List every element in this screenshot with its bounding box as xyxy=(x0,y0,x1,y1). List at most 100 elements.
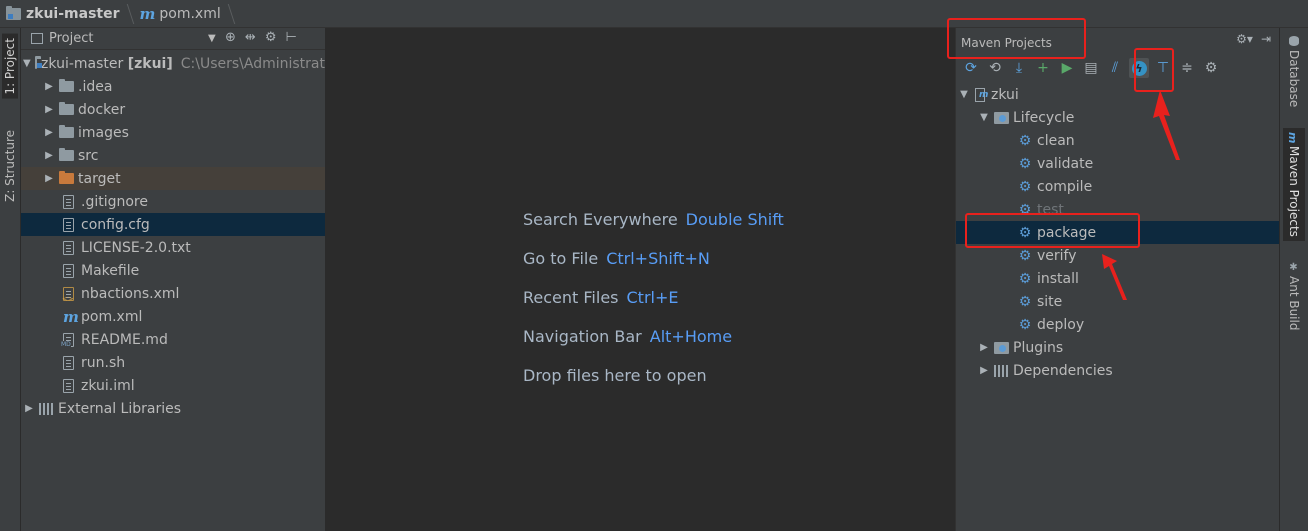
maven-goal-clean[interactable]: ⚙ clean xyxy=(956,129,1280,152)
tree-file-runsh[interactable]: run.sh xyxy=(21,351,325,374)
maven-settings-icon[interactable]: ⚙ xyxy=(1201,58,1221,78)
hint-search-everywhere: Search Everywhere Double Shift xyxy=(523,210,784,229)
collapsed-arrow-icon[interactable]: ▶ xyxy=(978,342,990,353)
collapsed-arrow-icon[interactable]: ▶ xyxy=(23,403,35,414)
editor-empty-area[interactable]: Search Everywhere Double Shift Go to File… xyxy=(325,28,955,531)
gear-icon: ⚙ xyxy=(1018,132,1032,149)
tree-folder-src[interactable]: ▶ src xyxy=(21,144,325,167)
excluded-folder-icon xyxy=(59,171,74,184)
tree-file-gitignore[interactable]: .gitignore xyxy=(21,190,325,213)
download-icon[interactable]: ⤓ xyxy=(1009,58,1029,78)
tree-file-iml[interactable]: zkui.iml xyxy=(21,374,325,397)
view-dropdown-icon[interactable]: ▼ xyxy=(208,33,216,44)
expanded-arrow-icon[interactable]: ▼ xyxy=(23,58,31,69)
gear-icon: ⚙ xyxy=(1018,293,1032,310)
tree-file-readme[interactable]: README.md xyxy=(21,328,325,351)
gear-icon: ⚙ xyxy=(1018,155,1032,172)
collapsed-arrow-icon[interactable]: ▶ xyxy=(978,365,990,376)
annotation-box-package xyxy=(965,213,1140,248)
maven-file-icon: m xyxy=(139,4,156,23)
run-goal-icon[interactable]: ▶ xyxy=(1057,58,1077,78)
tree-file-license[interactable]: LICENSE-2.0.txt xyxy=(21,236,325,259)
collapse-icon[interactable]: ⇹ xyxy=(245,30,256,45)
hide-panel-icon[interactable]: ⇥ xyxy=(1261,32,1271,46)
project-tool-tab[interactable]: 1: Project xyxy=(2,34,18,99)
locate-icon[interactable]: ⊕ xyxy=(225,30,236,45)
tree-folder-docker[interactable]: ▶ docker xyxy=(21,98,325,121)
tree-external-libraries[interactable]: ▶ External Libraries xyxy=(21,397,325,420)
tree-file-pom[interactable]: m pom.xml xyxy=(21,305,325,328)
folder-icon xyxy=(59,125,74,138)
text-file-icon xyxy=(63,194,74,209)
breadcrumb-file[interactable]: m pom.xml xyxy=(134,0,235,28)
annotation-arrow-up xyxy=(1153,90,1180,160)
hint-go-to-file: Go to File Ctrl+Shift+N xyxy=(523,249,710,268)
navigation-bar: zkui-master m pom.xml xyxy=(0,0,1308,28)
maven-toolbar: ⟳ ⟲ ⤓ + ▶ ▤ ⫽ ϟ ⊤ ≑ ⚙ xyxy=(956,56,1280,80)
structure-tool-tab[interactable]: Z: Structure xyxy=(2,128,18,204)
execute-goal-icon[interactable]: ▤ xyxy=(1081,58,1101,78)
expanded-arrow-icon[interactable]: ▼ xyxy=(958,89,970,100)
maven-goal-compile[interactable]: ⚙ compile xyxy=(956,175,1280,198)
project-folder-icon xyxy=(6,5,21,20)
maven-file-icon: m xyxy=(63,307,79,326)
tree-file-nbactions[interactable]: nbactions.xml xyxy=(21,282,325,305)
maven-lifecycle[interactable]: ▼ Lifecycle xyxy=(956,106,1280,129)
plugins-folder-icon xyxy=(994,341,1009,354)
folder-icon xyxy=(59,79,74,92)
maven-goal-deploy[interactable]: ⚙ deploy xyxy=(956,313,1280,336)
maven-goal-validate[interactable]: ⚙ validate xyxy=(956,152,1280,175)
project-panel: Project ▼ ⊕ ⇹ ⚙ ⊢ ▼ zkui-master [zkui] C… xyxy=(21,28,325,531)
libraries-icon xyxy=(39,402,53,415)
maven-plugins[interactable]: ▶ Plugins xyxy=(956,336,1280,359)
ant-build-tool-tab[interactable]: ✱ Ant Build xyxy=(1283,260,1305,332)
module-folder-icon xyxy=(34,56,43,69)
reimport-icon[interactable]: ⟳ xyxy=(961,58,981,78)
add-maven-project-icon[interactable]: + xyxy=(1033,58,1053,78)
tree-file-makefile[interactable]: Makefile xyxy=(21,259,325,282)
text-file-icon xyxy=(63,263,74,278)
toggle-offline-icon[interactable]: ⫽ xyxy=(1105,58,1125,78)
collapsed-arrow-icon[interactable]: ▶ xyxy=(43,127,55,138)
expanded-arrow-icon[interactable]: ▼ xyxy=(978,112,990,123)
settings-gear-icon[interactable]: ⚙ xyxy=(265,30,277,45)
tree-folder-target[interactable]: ▶ target xyxy=(21,167,325,190)
folder-icon xyxy=(59,102,74,115)
hint-drop-files: Drop files here to open xyxy=(523,366,707,385)
maven-project-zkui[interactable]: ▼ zkui xyxy=(956,83,1280,106)
gear-icon: ⚙ xyxy=(1018,316,1032,333)
annotation-box-skip-tests xyxy=(1134,48,1174,92)
text-file-icon xyxy=(63,217,74,232)
tree-file-config[interactable]: config.cfg xyxy=(21,213,325,236)
maven-tool-tab[interactable]: m Maven Projects xyxy=(1283,128,1305,241)
xml-file-icon xyxy=(62,286,74,303)
maven-dependencies[interactable]: ▶ Dependencies xyxy=(956,359,1280,382)
text-file-icon xyxy=(63,355,74,370)
annotation-arrow-package xyxy=(1102,254,1127,300)
breadcrumb-project[interactable]: zkui-master xyxy=(6,0,134,28)
generate-sources-icon[interactable]: ⟲ xyxy=(985,58,1005,78)
collapsed-arrow-icon[interactable]: ▶ xyxy=(43,104,55,115)
tree-folder-idea[interactable]: ▶ .idea xyxy=(21,75,325,98)
settings-gear-icon[interactable]: ⚙▾ xyxy=(1236,32,1253,46)
hint-recent-files: Recent Files Ctrl+E xyxy=(523,288,679,307)
maven-icon: m xyxy=(1286,132,1299,144)
hide-panel-icon[interactable]: ⊢ xyxy=(285,30,296,45)
hint-navigation-bar: Navigation Bar Alt+Home xyxy=(523,327,733,346)
folder-icon xyxy=(59,148,74,161)
collapse-all-icon[interactable]: ≑ xyxy=(1177,58,1197,78)
database-tool-tab[interactable]: Database xyxy=(1283,34,1305,109)
text-file-icon xyxy=(63,240,74,255)
annotation-box-maven-title xyxy=(947,18,1086,59)
collapsed-arrow-icon[interactable]: ▶ xyxy=(43,173,55,184)
dependencies-icon xyxy=(994,364,1008,377)
maven-project-icon xyxy=(974,87,988,102)
markdown-file-icon xyxy=(61,332,74,348)
tree-folder-images[interactable]: ▶ images xyxy=(21,121,325,144)
collapsed-arrow-icon[interactable]: ▶ xyxy=(43,150,55,161)
collapsed-arrow-icon[interactable]: ▶ xyxy=(43,81,55,92)
lifecycle-folder-icon xyxy=(994,111,1009,124)
tree-root[interactable]: ▼ zkui-master [zkui] C:\Users\Administra… xyxy=(21,52,325,75)
gear-icon: ⚙ xyxy=(1018,270,1032,287)
module-file-icon xyxy=(63,378,74,393)
